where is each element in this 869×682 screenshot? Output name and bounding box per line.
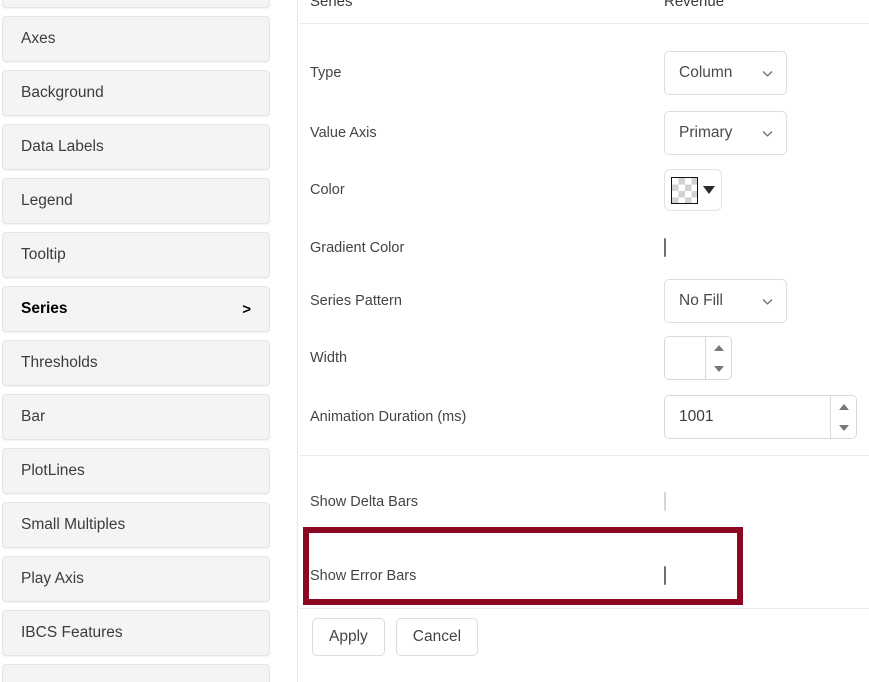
sidebar-item-label: Small Multiples bbox=[21, 516, 251, 534]
animation-duration-stepper[interactable]: 1001 bbox=[664, 395, 857, 439]
show-delta-bars-checkbox bbox=[664, 492, 666, 511]
type-select-wrapper: Column bbox=[664, 51, 787, 95]
sidebar-item-thresholds[interactable]: Thresholds bbox=[2, 340, 270, 386]
spinner-down-icon[interactable] bbox=[706, 358, 731, 379]
cancel-button[interactable]: Cancel bbox=[396, 618, 478, 656]
series-pattern-select-value: No Fill bbox=[679, 292, 723, 310]
sidebar-item-label: Thresholds bbox=[21, 354, 251, 372]
row-show-delta-bars: Show Delta Bars bbox=[298, 485, 869, 519]
value-axis-select-wrapper: Primary bbox=[664, 111, 787, 155]
label-value-axis: Value Axis bbox=[310, 125, 377, 141]
row-gradient-color: Gradient Color bbox=[298, 231, 869, 265]
label-animation-duration: Animation Duration (ms) bbox=[310, 409, 466, 425]
section-divider bbox=[300, 455, 869, 456]
chevron-down-icon bbox=[761, 67, 774, 80]
sidebar-item-plotlines[interactable]: PlotLines bbox=[2, 448, 270, 494]
sidebar-item-series[interactable]: Series> bbox=[2, 286, 270, 332]
label-type: Type bbox=[310, 65, 341, 81]
chevron-right-icon: > bbox=[242, 302, 251, 317]
color-picker-wrapper bbox=[664, 169, 722, 211]
show-error-bars-wrapper bbox=[664, 567, 666, 585]
width-stepper[interactable] bbox=[664, 336, 732, 380]
apply-button[interactable]: Apply bbox=[312, 618, 385, 656]
sidebar-item-axes[interactable]: Axes bbox=[2, 16, 270, 62]
sidebar-item-label: Legend bbox=[21, 192, 251, 210]
dialog-footer: Apply Cancel bbox=[312, 618, 478, 656]
label-gradient-color: Gradient Color bbox=[310, 240, 404, 256]
sidebar-item-label: PlotLines bbox=[21, 462, 251, 480]
series-pattern-select-wrapper: No Fill bbox=[664, 279, 787, 323]
row-value-axis: Value Axis Primary bbox=[298, 116, 869, 150]
series-pattern-select[interactable]: No Fill bbox=[664, 279, 787, 323]
row-color: Color bbox=[298, 173, 869, 207]
chevron-down-icon bbox=[761, 295, 774, 308]
label-show-delta-bars: Show Delta Bars bbox=[310, 494, 418, 510]
label-width: Width bbox=[310, 350, 347, 366]
sidebar-item-partial[interactable] bbox=[2, 0, 270, 8]
row-type: Type Column bbox=[298, 56, 869, 90]
label-series-pattern: Series Pattern bbox=[310, 293, 402, 309]
spinner-up-icon[interactable] bbox=[706, 337, 731, 358]
width-spinner-wrapper bbox=[664, 336, 732, 380]
row-animation-duration: Animation Duration (ms) 1001 bbox=[298, 400, 869, 434]
sidebar-item-label: Series bbox=[21, 300, 242, 318]
spinner-up-icon[interactable] bbox=[831, 396, 856, 417]
animation-duration-input[interactable]: 1001 bbox=[665, 396, 830, 438]
sidebar-item-label: Axes bbox=[21, 30, 251, 48]
show-delta-bars-wrapper bbox=[664, 493, 666, 511]
width-input[interactable] bbox=[665, 337, 705, 379]
animation-duration-spinner-wrapper: 1001 bbox=[664, 395, 857, 439]
sidebar-item-bar[interactable]: Bar bbox=[2, 394, 270, 440]
animation-duration-stepper-buttons bbox=[830, 396, 856, 438]
caret-down-icon bbox=[703, 186, 715, 194]
width-stepper-buttons bbox=[705, 337, 731, 379]
color-swatch-transparent bbox=[671, 177, 698, 204]
sidebar-item-background[interactable]: Background bbox=[2, 70, 270, 116]
sidebar-item-label: Play Axis bbox=[21, 570, 251, 588]
settings-sidebar: Axes Background Data Labels Legend Tooltip Se… bbox=[0, 0, 272, 682]
chevron-down-icon bbox=[761, 127, 774, 140]
label-color: Color bbox=[310, 182, 345, 198]
label-show-error-bars: Show Error Bars bbox=[310, 568, 416, 584]
gradient-color-checkbox[interactable] bbox=[664, 238, 666, 257]
series-settings-panel: Series Revenue Type Column Value Axis Pr… bbox=[298, 0, 869, 682]
row-show-error-bars: Show Error Bars bbox=[298, 559, 869, 593]
sidebar-item-ibcs-features[interactable]: IBCS Features bbox=[2, 610, 270, 656]
sidebar-item-play-axis[interactable]: Play Axis bbox=[2, 556, 270, 602]
column-header-series: Series bbox=[310, 0, 353, 10]
settings-dialog: Axes Background Data Labels Legend Tooltip Se… bbox=[0, 0, 869, 682]
value-axis-select-value: Primary bbox=[679, 124, 732, 142]
sidebar-item-label: Bar bbox=[21, 408, 251, 426]
row-width: Width bbox=[298, 341, 869, 375]
type-select[interactable]: Column bbox=[664, 51, 787, 95]
sidebar-item-label: Tooltip bbox=[21, 246, 251, 264]
sidebar-item-data-labels[interactable]: Data Labels bbox=[2, 124, 270, 170]
sidebar-item-small-multiples[interactable]: Small Multiples bbox=[2, 502, 270, 548]
section-divider-bottom bbox=[300, 608, 869, 609]
type-select-value: Column bbox=[679, 64, 732, 82]
sidebar-nav-list: Axes Background Data Labels Legend Tooltip Se… bbox=[0, 0, 272, 682]
sidebar-item-label: IBCS Features bbox=[21, 624, 251, 642]
column-header-revenue: Revenue bbox=[664, 0, 724, 10]
show-error-bars-checkbox[interactable] bbox=[664, 566, 666, 585]
sidebar-item-partial[interactable] bbox=[2, 664, 270, 682]
value-axis-select[interactable]: Primary bbox=[664, 111, 787, 155]
sidebar-item-legend[interactable]: Legend bbox=[2, 178, 270, 224]
header-divider bbox=[300, 23, 869, 24]
gradient-color-wrapper bbox=[664, 239, 666, 257]
color-picker-button[interactable] bbox=[664, 169, 722, 211]
sidebar-item-label: Data Labels bbox=[21, 138, 251, 156]
sidebar-item-label: Background bbox=[21, 84, 251, 102]
spinner-down-icon[interactable] bbox=[831, 417, 856, 438]
row-series-pattern: Series Pattern No Fill bbox=[298, 284, 869, 318]
sidebar-item-tooltip[interactable]: Tooltip bbox=[2, 232, 270, 278]
